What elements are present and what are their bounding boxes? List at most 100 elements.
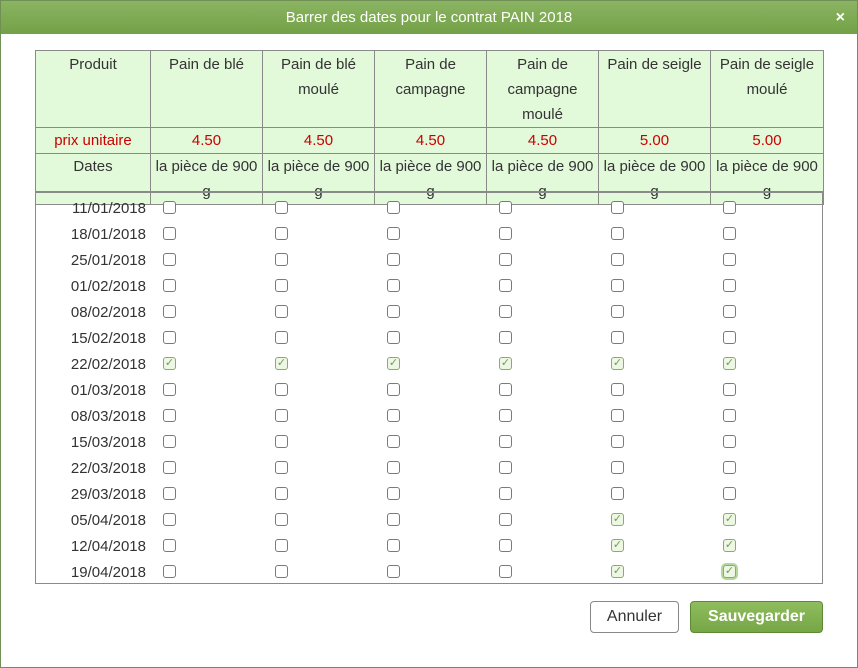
delivery-checkbox[interactable] xyxy=(723,409,736,423)
delivery-checkbox[interactable] xyxy=(499,227,512,241)
delivery-checkbox[interactable] xyxy=(275,539,288,553)
delivery-checkbox[interactable]: ✓ xyxy=(611,565,624,579)
delivery-checkbox[interactable] xyxy=(723,487,736,501)
checkbox-cell xyxy=(375,429,487,455)
delivery-checkbox[interactable] xyxy=(387,487,400,501)
delivery-checkbox[interactable] xyxy=(163,331,176,345)
delivery-checkbox[interactable] xyxy=(499,565,512,579)
delivery-checkbox[interactable] xyxy=(387,565,400,579)
delivery-checkbox[interactable] xyxy=(163,513,176,527)
delivery-checkbox[interactable] xyxy=(723,201,736,215)
save-button[interactable]: Sauvegarder xyxy=(690,601,823,633)
delivery-checkbox[interactable] xyxy=(163,305,176,319)
delivery-checkbox[interactable] xyxy=(275,409,288,423)
close-icon[interactable]: × xyxy=(836,1,845,34)
delivery-checkbox[interactable] xyxy=(163,383,176,397)
delivery-checkbox[interactable] xyxy=(163,201,176,215)
delivery-checkbox[interactable] xyxy=(611,435,624,449)
delivery-checkbox[interactable] xyxy=(275,435,288,449)
delivery-checkbox[interactable] xyxy=(611,227,624,241)
checkbox-cell xyxy=(599,273,711,299)
delivery-checkbox[interactable] xyxy=(275,383,288,397)
product-name: Pain de campagne xyxy=(374,50,487,128)
delivery-checkbox[interactable] xyxy=(275,565,288,579)
delivery-checkbox[interactable] xyxy=(499,279,512,293)
delivery-checkbox[interactable] xyxy=(499,305,512,319)
delivery-checkbox[interactable] xyxy=(275,487,288,501)
delivery-checkbox[interactable] xyxy=(387,201,400,215)
delivery-checkbox[interactable] xyxy=(275,305,288,319)
delivery-checkbox[interactable]: ✓ xyxy=(611,357,624,371)
delivery-checkbox[interactable] xyxy=(499,201,512,215)
delivery-checkbox[interactable] xyxy=(723,305,736,319)
delivery-checkbox[interactable] xyxy=(387,253,400,267)
delivery-checkbox[interactable] xyxy=(387,409,400,423)
delivery-checkbox[interactable] xyxy=(387,279,400,293)
delivery-date: 01/03/2018 xyxy=(70,381,146,399)
delivery-checkbox[interactable] xyxy=(163,539,176,553)
delivery-checkbox[interactable] xyxy=(163,487,176,501)
delivery-checkbox[interactable] xyxy=(163,565,176,579)
date-row: 29/03/2018 xyxy=(36,481,822,507)
delivery-checkbox[interactable] xyxy=(611,409,624,423)
cancel-button[interactable]: Annuler xyxy=(590,601,679,633)
delivery-checkbox[interactable] xyxy=(611,201,624,215)
delivery-checkbox[interactable] xyxy=(723,279,736,293)
delivery-checkbox[interactable] xyxy=(611,383,624,397)
delivery-checkbox[interactable] xyxy=(499,513,512,527)
delivery-checkbox[interactable] xyxy=(611,461,624,475)
delivery-checkbox[interactable] xyxy=(499,461,512,475)
delivery-checkbox[interactable]: ✓ xyxy=(723,565,736,579)
delivery-checkbox[interactable]: ✓ xyxy=(163,357,176,371)
delivery-checkbox[interactable] xyxy=(275,461,288,475)
delivery-checkbox[interactable] xyxy=(499,435,512,449)
delivery-checkbox[interactable] xyxy=(723,461,736,475)
delivery-checkbox[interactable] xyxy=(499,487,512,501)
delivery-checkbox[interactable] xyxy=(387,331,400,345)
delivery-checkbox[interactable] xyxy=(611,253,624,267)
delivery-checkbox[interactable]: ✓ xyxy=(611,513,624,527)
delivery-checkbox[interactable] xyxy=(275,513,288,527)
delivery-checkbox[interactable] xyxy=(275,227,288,241)
delivery-checkbox[interactable]: ✓ xyxy=(499,357,512,371)
delivery-checkbox[interactable] xyxy=(499,539,512,553)
delivery-checkbox[interactable] xyxy=(275,201,288,215)
delivery-checkbox[interactable] xyxy=(275,331,288,345)
delivery-checkbox[interactable]: ✓ xyxy=(723,513,736,527)
delivery-checkbox[interactable] xyxy=(723,383,736,397)
delivery-checkbox[interactable]: ✓ xyxy=(387,357,400,371)
delivery-checkbox[interactable] xyxy=(611,331,624,345)
delivery-checkbox[interactable] xyxy=(387,539,400,553)
delivery-checkbox[interactable] xyxy=(611,279,624,293)
delivery-checkbox[interactable] xyxy=(499,383,512,397)
delivery-checkbox[interactable] xyxy=(163,409,176,423)
delivery-checkbox[interactable] xyxy=(723,227,736,241)
delivery-checkbox[interactable] xyxy=(387,513,400,527)
delivery-checkbox[interactable]: ✓ xyxy=(275,357,288,371)
delivery-checkbox[interactable] xyxy=(499,331,512,345)
delivery-checkbox[interactable] xyxy=(499,253,512,267)
delivery-checkbox[interactable] xyxy=(723,253,736,267)
delivery-checkbox[interactable] xyxy=(163,227,176,241)
delivery-checkbox[interactable] xyxy=(163,435,176,449)
delivery-checkbox[interactable]: ✓ xyxy=(723,539,736,553)
delivery-checkbox[interactable] xyxy=(611,487,624,501)
delivery-checkbox[interactable] xyxy=(387,305,400,319)
delivery-checkbox[interactable] xyxy=(387,461,400,475)
delivery-checkbox[interactable] xyxy=(723,331,736,345)
delivery-checkbox[interactable] xyxy=(163,461,176,475)
delivery-checkbox[interactable] xyxy=(275,253,288,267)
delivery-checkbox[interactable] xyxy=(163,253,176,267)
delivery-checkbox[interactable] xyxy=(387,227,400,241)
delivery-checkbox[interactable] xyxy=(163,279,176,293)
checkbox-cell xyxy=(711,273,822,299)
delivery-checkbox[interactable] xyxy=(611,305,624,319)
delivery-checkbox[interactable]: ✓ xyxy=(611,539,624,553)
delivery-checkbox[interactable] xyxy=(275,279,288,293)
delivery-checkbox[interactable] xyxy=(723,435,736,449)
delivery-checkbox[interactable] xyxy=(499,409,512,423)
delivery-checkbox[interactable] xyxy=(387,435,400,449)
delivery-checkbox[interactable] xyxy=(387,383,400,397)
delivery-checkbox[interactable]: ✓ xyxy=(723,357,736,371)
checkbox-cell: ✓ xyxy=(599,559,711,585)
